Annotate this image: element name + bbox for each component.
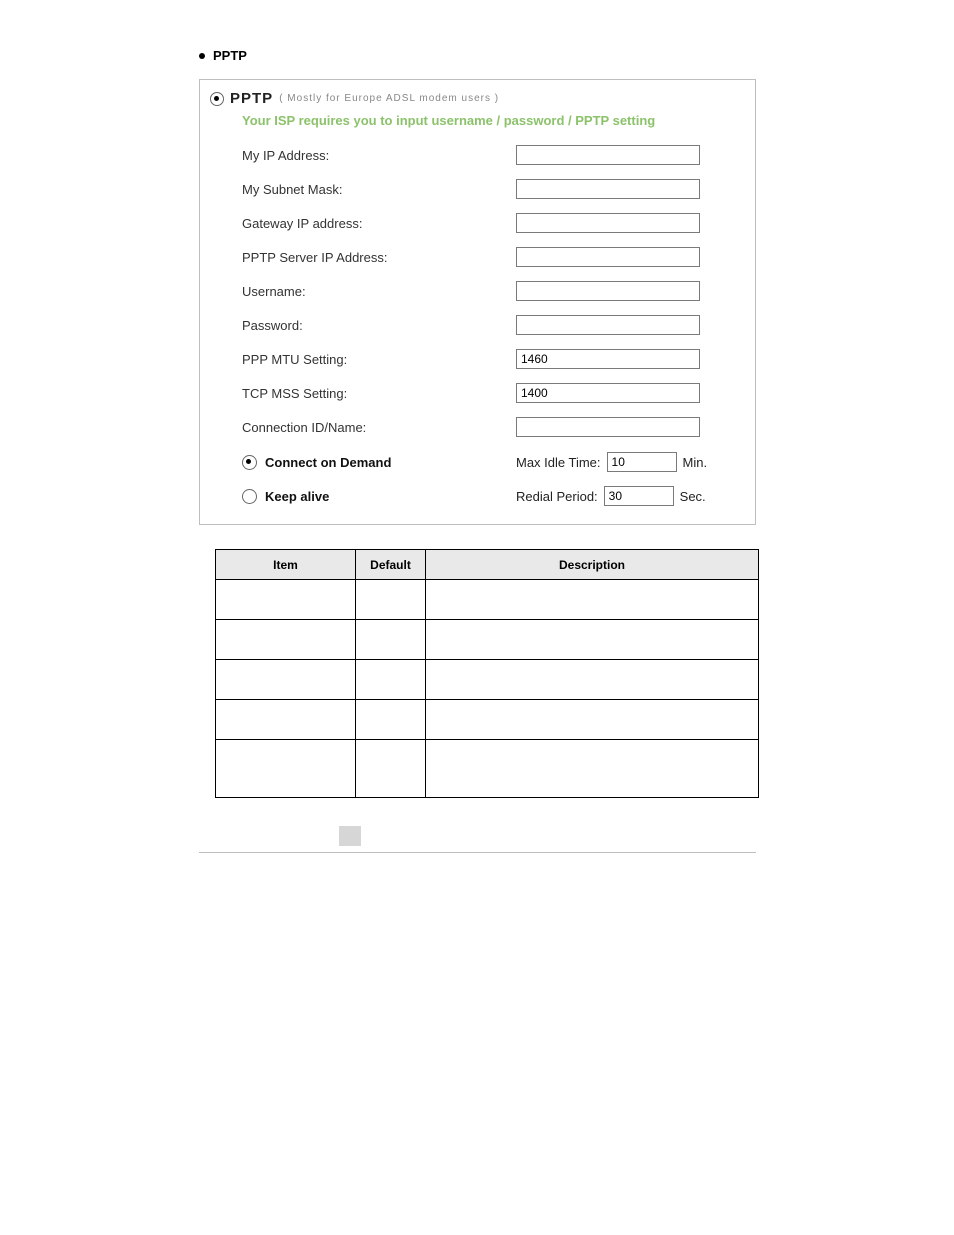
table-row — [216, 740, 759, 798]
row-subnet: My Subnet Mask: — [242, 176, 745, 202]
header-item: Item — [216, 550, 356, 580]
table-row — [216, 620, 759, 660]
label-password: Password: — [242, 318, 516, 333]
section-heading-text: PPTP — [213, 48, 247, 63]
row-server: PPTP Server IP Address: — [242, 244, 745, 270]
label-max-idle: Max Idle Time: — [516, 455, 601, 470]
header-description: Description — [426, 550, 759, 580]
row-username: Username: — [242, 278, 745, 304]
cell-default — [356, 620, 426, 660]
row-password: Password: — [242, 312, 745, 338]
redial-group: Redial Period: Sec. — [516, 486, 706, 506]
pptp-mode-row: PPTP ( Mostly for Europe ADSL modem user… — [210, 90, 745, 107]
table-row — [216, 700, 759, 740]
input-mtu[interactable] — [516, 349, 700, 369]
section-heading: PPTP — [199, 48, 954, 63]
cell-description — [426, 580, 759, 620]
pptp-form-panel: PPTP ( Mostly for Europe ADSL modem user… — [199, 79, 756, 525]
row-connect-on-demand: Connect on Demand Max Idle Time: Min. — [242, 450, 745, 474]
cell-item — [216, 580, 356, 620]
label-redial: Redial Period: — [516, 489, 598, 504]
input-password[interactable] — [516, 315, 700, 335]
input-my-ip[interactable] — [516, 145, 700, 165]
unit-sec: Sec. — [680, 489, 706, 504]
input-max-idle[interactable] — [607, 452, 677, 472]
input-mss[interactable] — [516, 383, 700, 403]
row-keep-alive: Keep alive Redial Period: Sec. — [242, 484, 745, 508]
label-keep-alive: Keep alive — [265, 489, 329, 504]
cell-default — [356, 660, 426, 700]
label-subnet: My Subnet Mask: — [242, 182, 516, 197]
page-divider — [199, 852, 756, 853]
cell-default — [356, 700, 426, 740]
label-mss: TCP MSS Setting: — [242, 386, 516, 401]
label-mtu: PPP MTU Setting: — [242, 352, 516, 367]
table-row — [216, 660, 759, 700]
table-header-row: Item Default Description — [216, 550, 759, 580]
row-conn-id: Connection ID/Name: — [242, 414, 745, 440]
description-table: Item Default Description — [215, 549, 759, 798]
input-gateway[interactable] — [516, 213, 700, 233]
page-number — [339, 826, 361, 846]
pptp-title: PPTP — [230, 90, 273, 107]
unit-min: Min. — [683, 455, 708, 470]
row-mtu: PPP MTU Setting: — [242, 346, 745, 372]
option-keep-alive[interactable]: Keep alive — [242, 489, 516, 504]
isp-requirement-text: Your ISP requires you to input username … — [242, 113, 745, 128]
cell-default — [356, 580, 426, 620]
cell-default — [356, 740, 426, 798]
cell-item — [216, 700, 356, 740]
page: PPTP PPTP ( Mostly for Europe ADSL modem… — [0, 0, 954, 853]
row-gateway: Gateway IP address: — [242, 210, 745, 236]
row-my-ip: My IP Address: — [242, 142, 745, 168]
row-mss: TCP MSS Setting: — [242, 380, 745, 406]
option-connect-on-demand[interactable]: Connect on Demand — [242, 455, 516, 470]
input-server[interactable] — [516, 247, 700, 267]
radio-connect-on-demand[interactable] — [242, 455, 257, 470]
label-conn-id: Connection ID/Name: — [242, 420, 516, 435]
table-row — [216, 580, 759, 620]
label-my-ip: My IP Address: — [242, 148, 516, 163]
label-username: Username: — [242, 284, 516, 299]
input-username[interactable] — [516, 281, 700, 301]
pptp-subtitle: ( Mostly for Europe ADSL modem users ) — [279, 93, 499, 104]
cell-item — [216, 620, 356, 660]
label-connect-on-demand: Connect on Demand — [265, 455, 391, 470]
label-server: PPTP Server IP Address: — [242, 250, 516, 265]
cell-description — [426, 620, 759, 660]
header-default: Default — [356, 550, 426, 580]
cell-item — [216, 740, 356, 798]
bullet-icon — [199, 53, 205, 59]
input-subnet[interactable] — [516, 179, 700, 199]
pptp-mode-radio[interactable] — [210, 92, 224, 106]
max-idle-group: Max Idle Time: Min. — [516, 452, 707, 472]
radio-keep-alive[interactable] — [242, 489, 257, 504]
input-redial[interactable] — [604, 486, 674, 506]
cell-description — [426, 740, 759, 798]
cell-description — [426, 700, 759, 740]
label-gateway: Gateway IP address: — [242, 216, 516, 231]
cell-description — [426, 660, 759, 700]
input-conn-id[interactable] — [516, 417, 700, 437]
cell-item — [216, 660, 356, 700]
